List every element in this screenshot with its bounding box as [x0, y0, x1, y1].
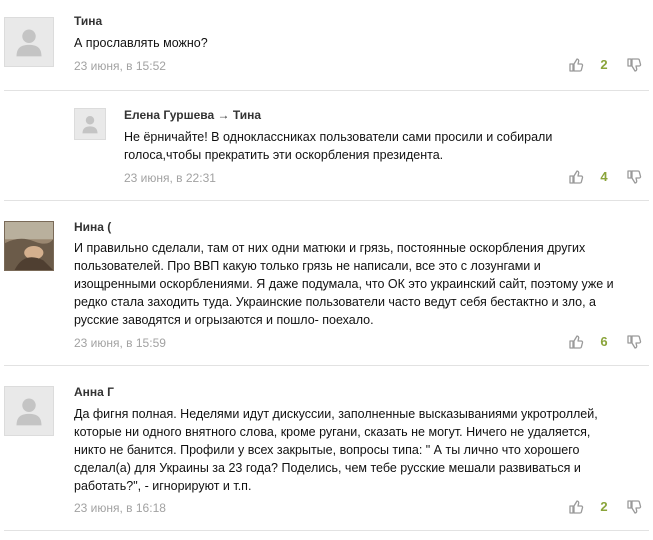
vote-controls: 4	[568, 169, 648, 187]
divider	[4, 200, 649, 201]
vote-controls: 6	[568, 334, 648, 352]
comment-author[interactable]: Нина (	[74, 220, 111, 234]
comment-text: Да фигня полная. Неделями идут дискуссии…	[74, 407, 598, 493]
user-silhouette-icon	[82, 116, 98, 134]
likes-count: 2	[600, 499, 608, 514]
comment-text: Не ёрничайте! В одноклассниках пользоват…	[124, 130, 553, 162]
comment-text: И правильно сделали, там от них одни мат…	[74, 241, 614, 327]
comment-date[interactable]: 23 июня, в 15:59	[74, 336, 166, 350]
vote-controls: 2	[568, 499, 648, 517]
thumbs-up-icon[interactable]	[568, 334, 584, 350]
comment-author[interactable]: Анна Г	[74, 385, 114, 399]
thumbs-down-icon[interactable]	[626, 57, 642, 73]
comment-date[interactable]: 23 июня, в 15:52	[74, 59, 166, 73]
comment-date[interactable]: 23 июня, в 16:18	[74, 501, 166, 515]
user-photo-icon	[5, 222, 53, 270]
reply-arrow: →	[217, 108, 230, 122]
vote-controls: 2	[568, 57, 648, 75]
comment-text: А прославлять можно?	[74, 36, 208, 50]
comment-author[interactable]: Тина	[74, 14, 102, 28]
divider	[4, 365, 649, 366]
avatar[interactable]	[74, 108, 106, 140]
comment-date[interactable]: 23 июня, в 22:31	[124, 171, 216, 185]
likes-count: 6	[600, 334, 608, 349]
likes-count: 4	[600, 169, 608, 184]
divider	[4, 530, 649, 531]
thumbs-up-icon[interactable]	[568, 499, 584, 515]
comment-author[interactable]: Елена Гуршева → Тина	[124, 108, 261, 122]
avatar[interactable]	[4, 17, 54, 67]
thumbs-down-icon[interactable]	[626, 169, 642, 185]
divider	[4, 90, 649, 91]
reply-to-author[interactable]: Тина	[233, 108, 261, 122]
thumbs-down-icon[interactable]	[626, 334, 642, 350]
user-silhouette-icon	[16, 29, 42, 57]
thumbs-down-icon[interactable]	[626, 499, 642, 515]
likes-count: 2	[600, 57, 608, 72]
user-silhouette-icon	[16, 398, 42, 426]
avatar[interactable]	[4, 386, 54, 436]
thumbs-up-icon[interactable]	[568, 169, 584, 185]
thumbs-up-icon[interactable]	[568, 57, 584, 73]
avatar[interactable]	[4, 221, 54, 271]
